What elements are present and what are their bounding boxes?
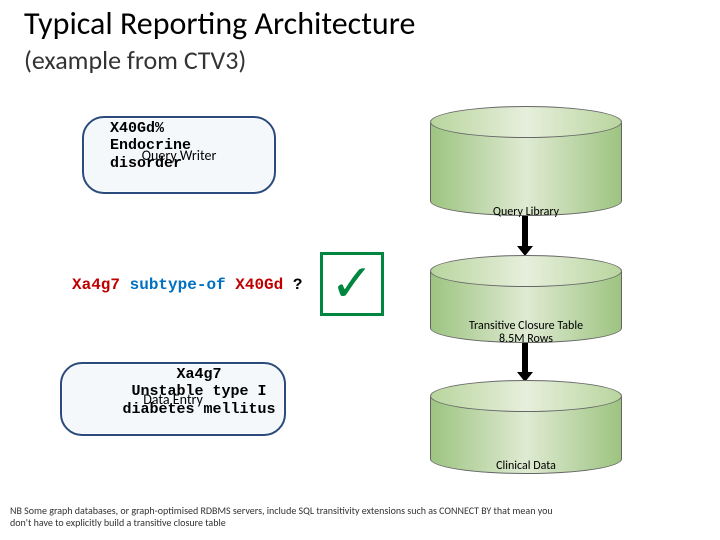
slide-subtitle: (example from CTV3): [24, 44, 246, 76]
cylinder-top: [430, 106, 622, 138]
expr-relation: subtype-of: [130, 276, 226, 294]
cylinder-top: [430, 380, 622, 412]
qw-code-l2: Endocrine: [110, 137, 191, 154]
cylinder-top: [430, 255, 622, 287]
checkmark-box: ✓: [320, 252, 384, 316]
closure-line1: Transitive Closure Table: [469, 319, 583, 333]
de-code-l3: diabetes mellitus: [114, 401, 284, 418]
qw-code-l1: X40Gd%: [110, 120, 164, 137]
qw-code-l3: disorder: [110, 155, 182, 172]
slide-title: Typical Reporting Architecture: [24, 4, 415, 43]
de-code-l1: Xa4g7: [114, 366, 284, 383]
expr-object: X40Gd: [235, 276, 283, 294]
db-transitive-closure-label: Transitive Closure Table 8.5M Rows: [431, 320, 621, 346]
closure-line2: 8.5M Rows: [431, 333, 621, 346]
de-code-l2: Unstable type I: [114, 383, 284, 400]
data-entry-code: Xa4g7 Unstable type I diabetes mellitus: [114, 366, 284, 418]
check-icon: ✓: [330, 258, 374, 310]
db-query-library: Query Library: [430, 106, 620, 216]
expr-qmark: ?: [293, 276, 303, 294]
subtype-query-expression: Xa4g7 subtype-of X40Gd ?: [72, 276, 302, 294]
db-clinical-data: Clinical Data: [430, 380, 620, 474]
db-clinical-data-label: Clinical Data: [431, 459, 621, 473]
footnote: NB Some graph databases, or graph-optimi…: [10, 505, 570, 528]
db-query-library-label: Query Library: [431, 205, 621, 219]
query-writer-code: X40Gd% Endocrine disorder: [110, 120, 191, 172]
expr-subject: Xa4g7: [72, 276, 120, 294]
db-transitive-closure: Transitive Closure Table 8.5M Rows: [430, 255, 620, 343]
